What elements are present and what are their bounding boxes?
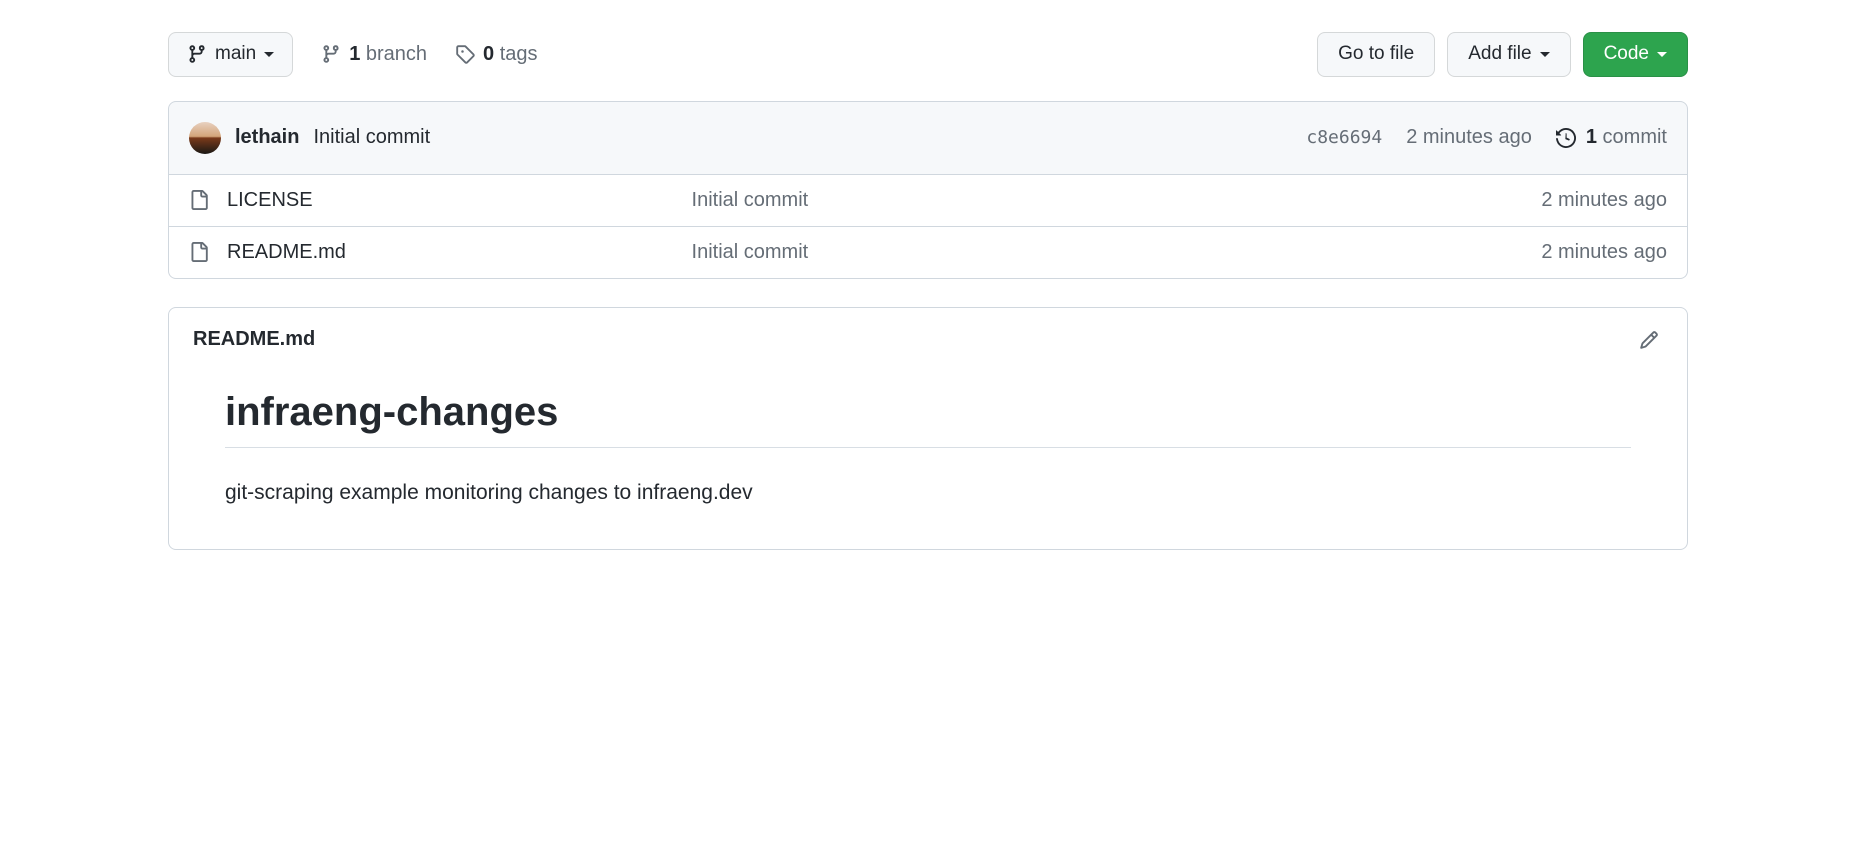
commit-time: 2 minutes ago [1406, 126, 1532, 149]
branch-icon [187, 44, 207, 64]
caret-down-icon [1540, 52, 1550, 57]
file-commit-message[interactable]: Initial commit [692, 241, 1372, 264]
branches-link[interactable]: 1 branch [321, 43, 427, 66]
branch-icon [321, 44, 341, 64]
file-row: README.md Initial commit 2 minutes ago [169, 226, 1687, 278]
tag-icon [455, 44, 475, 64]
commits-link[interactable]: 1 commit [1556, 126, 1667, 149]
add-file-button[interactable]: Add file [1447, 32, 1570, 77]
edit-readme-button[interactable] [1635, 326, 1663, 354]
file-icon [189, 242, 209, 262]
file-list: LICENSE Initial commit 2 minutes ago REA… [168, 175, 1688, 279]
commit-author-link[interactable]: lethain [235, 126, 299, 149]
file-name-link[interactable]: LICENSE [227, 189, 313, 212]
readme-box: README.md infraeng-changes git-scraping … [168, 307, 1688, 551]
commit-sha[interactable]: c8e6694 [1306, 127, 1382, 148]
commit-message-link[interactable]: Initial commit [313, 126, 430, 149]
caret-down-icon [264, 52, 274, 57]
readme-heading: infraeng-changes [225, 390, 1631, 448]
avatar[interactable] [189, 122, 221, 154]
file-name-link[interactable]: README.md [227, 241, 346, 264]
history-icon [1556, 128, 1576, 148]
readme-paragraph: git-scraping example monitoring changes … [225, 476, 1631, 510]
branch-current-name: main [215, 41, 256, 68]
file-commit-message[interactable]: Initial commit [692, 189, 1372, 212]
file-time: 2 minutes ago [1371, 189, 1667, 212]
file-row: LICENSE Initial commit 2 minutes ago [169, 175, 1687, 226]
readme-filename[interactable]: README.md [193, 328, 315, 351]
code-button[interactable]: Code [1583, 32, 1688, 77]
file-time: 2 minutes ago [1371, 241, 1667, 264]
branch-select-button[interactable]: main [168, 32, 293, 77]
tags-link[interactable]: 0 tags [455, 43, 538, 66]
pencil-icon [1639, 330, 1659, 350]
file-icon [189, 190, 209, 210]
repo-toolbar: main 1 branch 0 tags Go to file [168, 32, 1688, 77]
latest-commit-bar: lethain Initial commit c8e6694 2 minutes… [168, 101, 1688, 175]
go-to-file-button[interactable]: Go to file [1317, 32, 1435, 77]
caret-down-icon [1657, 52, 1667, 57]
